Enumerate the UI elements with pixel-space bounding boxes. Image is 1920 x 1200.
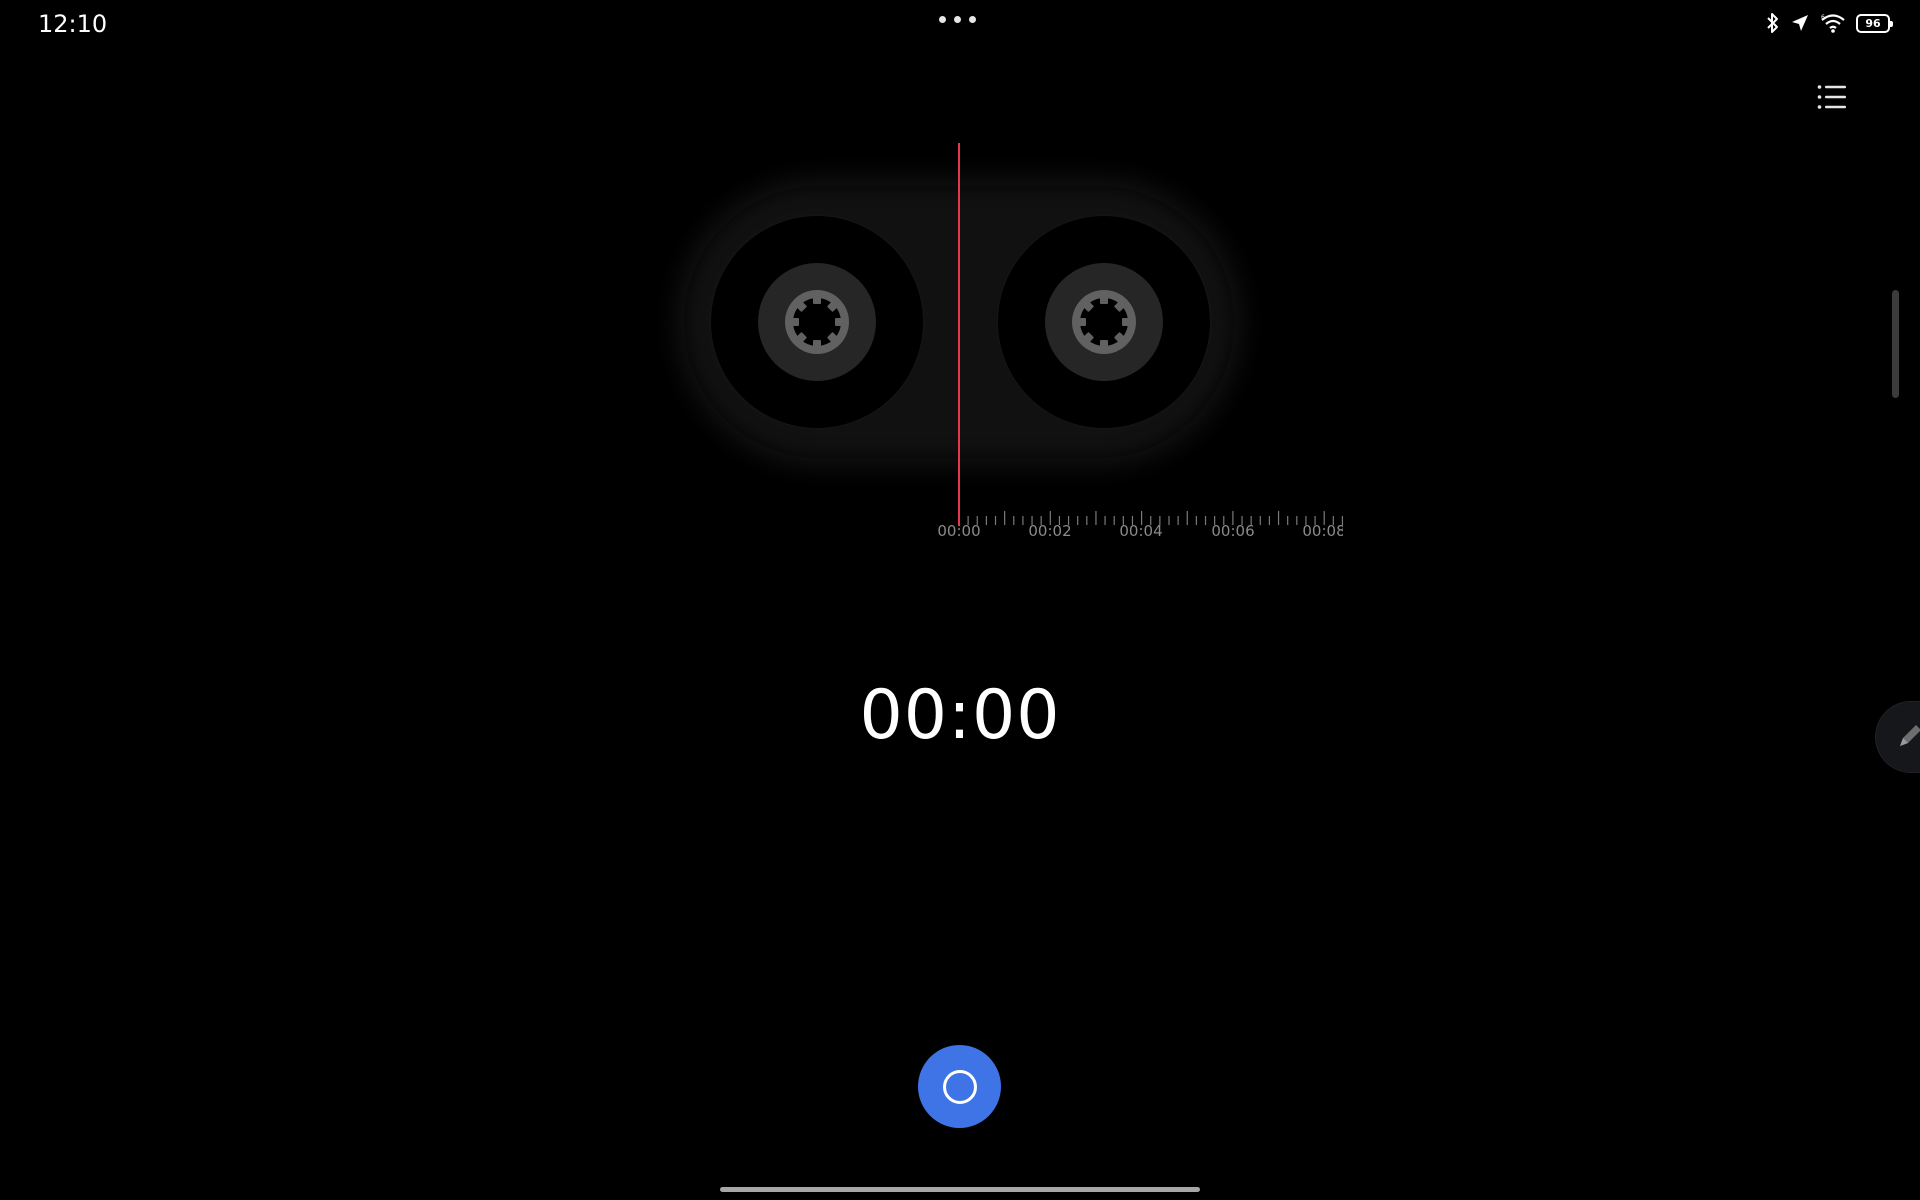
status-time: 12:10: [38, 10, 108, 38]
recording-timer: 00:00: [859, 676, 1061, 755]
side-scroll-indicator[interactable]: [1892, 290, 1899, 398]
svg-text:6: 6: [1821, 14, 1825, 21]
battery-level: 96: [1865, 16, 1881, 30]
dot: [969, 16, 976, 23]
more-dots-icon[interactable]: [939, 16, 976, 23]
timeline-label: 00:06: [1211, 522, 1255, 540]
timeline[interactable]: 00:00 00:02 00:04 00:06 00:08: [900, 500, 1343, 560]
wifi-icon: 6: [1821, 14, 1845, 33]
status-icons: 6 96: [1766, 12, 1893, 34]
battery-icon: 96: [1856, 13, 1893, 33]
record-button[interactable]: [918, 1045, 1001, 1128]
recordings-list-button[interactable]: [1816, 82, 1848, 114]
gear-icon: [1072, 290, 1136, 354]
dot: [939, 16, 946, 23]
right-reel: [998, 216, 1210, 428]
timeline-label: 00:04: [1119, 522, 1163, 540]
bluetooth-icon: [1767, 13, 1778, 33]
left-reel: [711, 216, 923, 428]
voice-recorder-screen: 12:10 6 96 00:00 00:02 00:04 00:06 00:08…: [0, 0, 1920, 1200]
reel-hub: [1045, 263, 1163, 381]
dot: [954, 16, 961, 23]
home-indicator[interactable]: [720, 1187, 1200, 1192]
location-icon: [1792, 15, 1808, 31]
record-icon: [942, 1069, 977, 1104]
timeline-label: 00:08: [1302, 522, 1343, 540]
timeline-label: 00:02: [1028, 522, 1072, 540]
gear-icon: [785, 290, 849, 354]
playhead[interactable]: [958, 143, 960, 526]
recordings-list-icon: [1817, 85, 1846, 109]
reel-hub: [758, 263, 876, 381]
